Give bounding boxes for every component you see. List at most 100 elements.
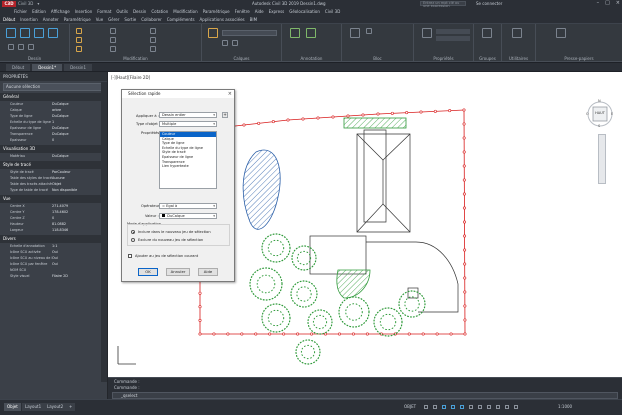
layer-properties-icon[interactable] <box>208 28 218 38</box>
tree-canopy[interactable] <box>261 303 291 333</box>
ribbon-tab[interactable]: Sortie <box>124 17 136 22</box>
property-section-header[interactable]: Style de tracé <box>0 161 107 169</box>
match-properties-icon[interactable] <box>422 28 432 38</box>
tree-canopy[interactable] <box>261 233 291 263</box>
annotation-icon[interactable] <box>505 405 509 409</box>
minimize-icon[interactable]: – <box>597 0 600 6</box>
green-hatched-bed[interactable] <box>336 269 371 299</box>
viewcube-east[interactable]: E <box>611 112 613 116</box>
ribbon-tab[interactable]: Compléments <box>167 17 195 22</box>
property-section-header[interactable]: Vue <box>0 195 107 203</box>
menu-item[interactable]: Affichage <box>51 9 70 14</box>
arc-tool-icon[interactable] <box>48 28 58 38</box>
property-value[interactable]: DuCalque <box>52 153 107 159</box>
menu-item[interactable]: Fenêtre <box>235 9 250 14</box>
property-section-header[interactable]: Général <box>0 93 107 101</box>
file-tab[interactable]: Dessin1 <box>64 63 92 71</box>
property-row[interactable]: Matériau DuCalque <box>0 153 107 159</box>
help-search-input[interactable]: Entrez un mot clé ou une expression <box>420 1 466 8</box>
tree-canopy[interactable] <box>373 307 403 337</box>
ribbon-tab[interactable]: Début <box>3 17 15 22</box>
panel-label[interactable]: Annotation <box>282 56 341 61</box>
layer-isolate-icon[interactable] <box>222 40 228 46</box>
properties-listbox[interactable]: Couleur Calque Type de ligne Echelle du … <box>159 131 217 189</box>
rectangle-tool-icon[interactable] <box>8 44 14 50</box>
layout-tab[interactable]: Layout2 <box>44 403 67 411</box>
tree-canopy[interactable] <box>307 309 333 335</box>
file-tab-active[interactable]: Dessin1* <box>32 63 63 71</box>
layout-tab[interactable]: Layout1 <box>22 403 45 411</box>
list-item[interactable]: Lien hypertexte <box>160 164 216 169</box>
ribbon-tab[interactable]: BIM <box>250 17 257 22</box>
operator-dropdown[interactable]: = Egal à ▾ <box>159 203 217 209</box>
circle-tool-icon[interactable] <box>34 28 44 38</box>
menu-item[interactable]: Paramétrique <box>203 9 230 14</box>
text-icon[interactable] <box>290 28 300 38</box>
selection-cycling-icon[interactable] <box>496 405 500 409</box>
property-value[interactable]: Filaire 2D <box>52 273 107 279</box>
command-input[interactable]: _qselect <box>112 392 618 399</box>
panel-label[interactable]: Calques <box>202 56 281 61</box>
dimension-icon[interactable] <box>306 28 316 38</box>
annotation-scale[interactable]: 1:1000 <box>558 403 572 411</box>
property-value[interactable]: 0 <box>52 137 107 143</box>
ortho-icon[interactable] <box>442 405 446 409</box>
copy-icon[interactable] <box>76 37 82 43</box>
panel-label[interactable]: Presse-papiers <box>536 56 622 61</box>
line-tool-icon[interactable] <box>6 28 16 38</box>
paste-icon[interactable] <box>556 28 566 38</box>
grid-icon[interactable] <box>424 405 428 409</box>
include-label[interactable]: Inclure dans le nouveau jeu de sélection <box>138 230 211 234</box>
close-icon[interactable]: × <box>616 0 620 6</box>
ok-button[interactable]: OK <box>138 268 158 276</box>
move-icon[interactable] <box>76 28 82 34</box>
color-dropdown[interactable] <box>436 29 470 34</box>
insert-block-icon[interactable] <box>350 28 360 38</box>
menu-item[interactable]: Géolocalisation <box>289 9 320 14</box>
apply-to-dropdown[interactable]: Dessin entier ▾ <box>159 112 217 118</box>
cancel-button[interactable]: Annuler <box>166 268 190 276</box>
driveway[interactable] <box>309 235 459 313</box>
panel-label[interactable]: Propriétés <box>414 56 473 61</box>
tree-canopy[interactable] <box>249 267 283 301</box>
close-icon[interactable]: × <box>228 90 232 98</box>
viewport-controls-label[interactable]: [-][Haut][Filaire 2D] <box>111 75 150 80</box>
panel-label[interactable]: Groupes <box>474 56 501 61</box>
tree-canopy[interactable] <box>290 280 318 308</box>
tree-canopy[interactable] <box>295 339 321 365</box>
osnap-icon[interactable] <box>460 405 464 409</box>
viewcube-face-label[interactable]: HAUT <box>593 111 607 115</box>
menu-item[interactable]: Civil 3D <box>325 9 340 14</box>
panel-label[interactable]: Modification <box>70 56 201 61</box>
lineweight-dropdown[interactable] <box>436 36 470 41</box>
lineweight-icon[interactable] <box>478 405 482 409</box>
house-outline[interactable] <box>356 133 411 233</box>
property-row[interactable]: Largeur 118.8346 <box>0 227 107 233</box>
ribbon-tab[interactable]: Applications associées <box>200 17 245 22</box>
workspace-label[interactable]: Civil 3D <box>18 0 33 7</box>
layer-dropdown[interactable] <box>222 30 277 36</box>
ribbon-tab[interactable]: Collaborer <box>141 17 162 22</box>
add-layout-button[interactable]: + <box>66 403 76 411</box>
blue-hatched-area[interactable] <box>242 149 281 230</box>
append-label[interactable]: Ajouter au jeu de sélection courant <box>135 254 198 258</box>
sign-in-button[interactable]: Se connecter <box>476 1 502 6</box>
menu-item[interactable]: Aide <box>255 9 264 14</box>
space-mode-label[interactable]: OBJET <box>404 403 416 411</box>
transparency-icon[interactable] <box>487 405 491 409</box>
ribbon-tab[interactable]: Insertion <box>20 17 38 22</box>
menu-item[interactable]: Modification <box>173 9 197 14</box>
navigation-bar[interactable] <box>598 134 606 184</box>
hatch-tool-icon[interactable] <box>18 44 24 50</box>
viewcube[interactable]: HAUT N S O E <box>586 99 614 128</box>
viewcube-west[interactable]: O <box>586 112 589 116</box>
property-row[interactable]: Style visuel Filaire 2D <box>0 273 107 279</box>
include-radio[interactable] <box>131 230 135 234</box>
select-objects-button[interactable]: + <box>222 112 228 118</box>
exclude-radio[interactable] <box>131 238 135 242</box>
exclude-label[interactable]: Exclure du nouveau jeu de sélection <box>138 238 203 242</box>
viewcube-north[interactable]: N <box>598 99 601 103</box>
ribbon-tab[interactable]: Vue <box>96 17 103 22</box>
rotate-icon[interactable] <box>110 28 116 34</box>
polyline-tool-icon[interactable] <box>20 28 30 38</box>
